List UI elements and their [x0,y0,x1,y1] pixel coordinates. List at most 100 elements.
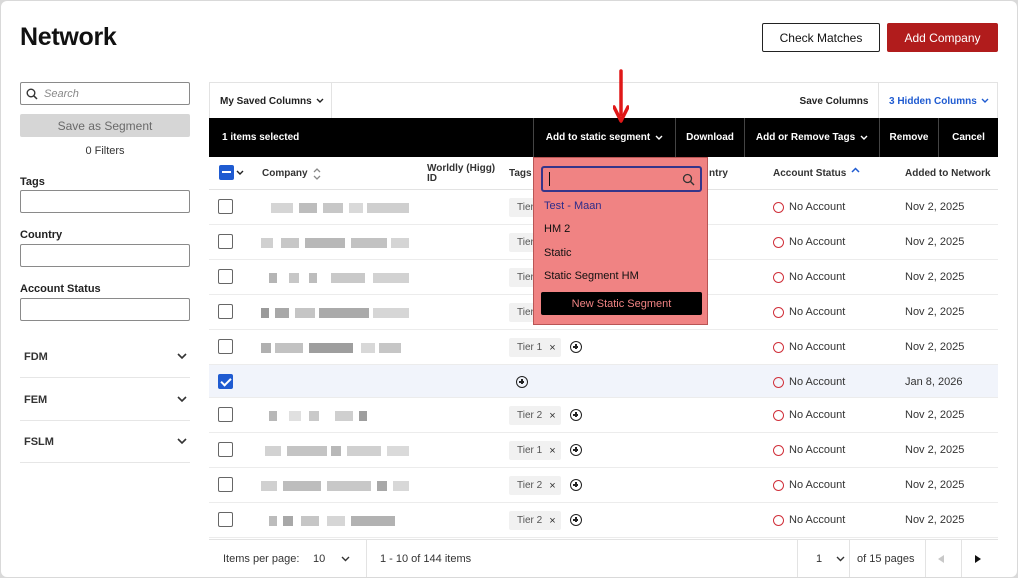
items-per-page-select[interactable]: 10 [313,540,350,577]
segment-search-input[interactable] [541,166,702,192]
tag-label: Tier [517,272,534,283]
triangle-left-icon [938,555,944,563]
add-tag-icon[interactable] [570,409,582,421]
save-as-segment-button[interactable]: Save as Segment [20,114,190,137]
add-tag-icon[interactable] [570,444,582,456]
company-name-redacted [261,203,411,213]
hidden-columns-label: 3 Hidden Columns [889,95,977,107]
accordion-fslm[interactable]: FSLM [20,421,190,463]
table-row[interactable]: Tier 1 × No Account Nov 2, 2025 [209,433,998,468]
account-status: No Account [773,443,845,457]
items-per-page-label: Items per page: [223,553,300,565]
row-checkbox[interactable] [218,407,233,422]
add-remove-tags-button[interactable]: Add or Remove Tags [744,118,879,157]
add-to-static-segment-button[interactable]: Add to static segment [533,118,675,157]
tag-chip: Tier 2 × [509,406,561,425]
remove-tag-icon[interactable]: × [549,445,555,457]
search-icon [682,173,695,186]
added-date: Nov 2, 2025 [905,341,965,353]
company-name-redacted [261,273,411,283]
chevron-down-icon[interactable] [236,170,244,176]
remove-tag-icon[interactable]: × [549,410,555,422]
table-row[interactable]: Tier 2 × No Account Nov 2, 2025 [209,468,998,503]
tags-filter-input[interactable] [20,190,190,213]
country-filter-label: Country [20,229,63,241]
column-worldly-id[interactable]: Worldly (Higg) ID [427,157,505,190]
table-row-selected[interactable]: No Account Jan 8, 2026 [209,365,998,398]
page-value: 1 [816,553,823,565]
status-label: No Account [789,444,846,456]
account-status: No Account [773,513,845,527]
row-checkbox[interactable] [218,234,233,249]
country-filter-input[interactable] [20,244,190,267]
tag-label: Tier 1 [517,342,543,353]
row-checkbox[interactable] [218,339,233,354]
row-checkbox[interactable] [218,199,233,214]
segment-option[interactable]: Test - Maan [544,200,601,212]
hidden-columns-dropdown[interactable]: 3 Hidden Columns [889,83,989,119]
row-checkbox[interactable] [218,477,233,492]
row-checkbox[interactable] [218,512,233,527]
search-input[interactable]: Search [20,82,190,105]
segment-option[interactable]: Static [544,247,572,259]
segment-option[interactable]: Static Segment HM [544,270,639,282]
row-checkbox[interactable] [218,442,233,457]
column-account-status[interactable]: Account Status [773,157,860,190]
added-date: Nov 2, 2025 [905,201,965,213]
add-company-button[interactable]: Add Company [887,23,998,52]
remove-tag-icon[interactable]: × [549,342,555,354]
chevron-down-icon [177,438,187,445]
tag-label: Tier [517,202,534,213]
remove-tag-icon[interactable]: × [549,515,555,527]
download-button[interactable]: Download [675,118,744,157]
added-date: Nov 2, 2025 [905,306,965,318]
page-select[interactable]: 1 [816,540,845,577]
next-page-button[interactable] [975,540,982,577]
accordion-fdm[interactable]: FDM [20,336,190,378]
table-row[interactable]: Tier 1 × No Account Nov 2, 2025 [209,330,998,365]
sort-ascending-icon [851,166,860,173]
status-label: No Account [789,479,846,491]
items-range: 1 - 10 of 144 items [380,553,472,565]
add-tag-icon[interactable] [570,341,582,353]
row-checkbox[interactable] [218,304,233,319]
app-window: Network Check Matches Add Company Search… [1,1,1017,577]
account-status: No Account [773,478,845,492]
column-country[interactable]: ntry [709,157,728,190]
prev-page-button[interactable] [938,540,945,577]
table-row[interactable]: Tier 2 × No Account Nov 2, 2025 [209,503,998,538]
column-added-to-network[interactable]: Added to Network [905,157,991,190]
chevron-down-icon [836,556,845,562]
cancel-button[interactable]: Cancel [938,118,998,157]
account-status-filter-input[interactable] [20,298,190,321]
add-tag-icon[interactable] [570,479,582,491]
status-dot-icon [773,444,784,456]
add-tag-icon[interactable] [516,376,528,388]
remove-tag-icon[interactable]: × [549,480,555,492]
check-matches-button[interactable]: Check Matches [762,23,880,52]
annotation-arrow-icon [613,69,629,123]
column-company[interactable]: Company [262,157,321,190]
segment-option[interactable]: HM 2 [544,223,570,235]
account-status: No Account [773,270,845,284]
account-status-filter-label: Account Status [20,283,101,295]
chevron-down-icon [316,98,324,103]
bulk-action-bar: 1 items selected Add to static segment D… [209,118,998,157]
sort-icon [313,167,321,180]
remove-button[interactable]: Remove [879,118,938,157]
add-tag-icon[interactable] [570,514,582,526]
row-checkbox[interactable] [218,269,233,284]
saved-columns-dropdown[interactable]: My Saved Columns [210,83,332,119]
chevron-down-icon [177,353,187,360]
accordion-fem[interactable]: FEM [20,379,190,421]
table-row[interactable]: Tier 2 × No Account Nov 2, 2025 [209,398,998,433]
status-dot-icon [773,479,784,491]
column-tags[interactable]: Tags [509,157,532,190]
tag-label: Tier 2 [517,410,543,421]
save-columns-button[interactable]: Save Columns [790,83,879,119]
row-checkbox[interactable] [218,374,233,389]
add-to-static-segment-label: Add to static segment [545,132,651,143]
filters-count: 0 Filters [85,145,125,157]
select-all-checkbox[interactable] [219,165,234,180]
new-static-segment-button[interactable]: New Static Segment [541,292,702,315]
